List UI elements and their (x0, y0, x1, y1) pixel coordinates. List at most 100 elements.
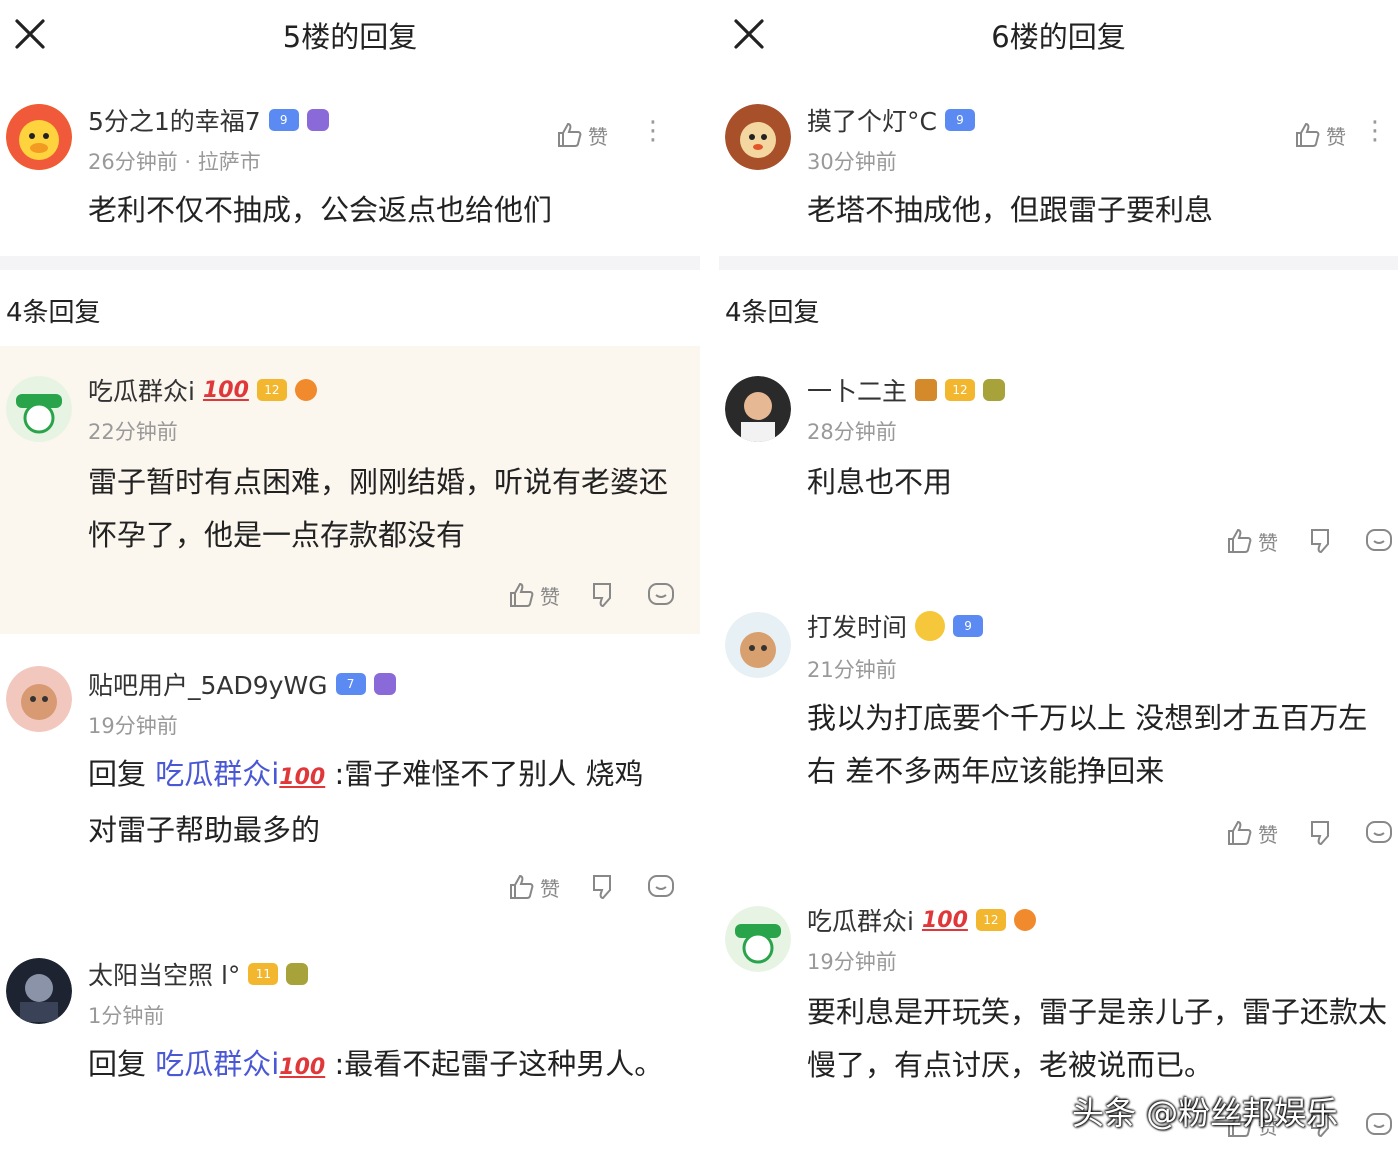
watermark: 头条 @粉丝邦娱乐 (1072, 1094, 1339, 1132)
thumbs-up-icon (510, 874, 534, 899)
username[interactable]: 一卜二主 (807, 372, 907, 408)
meta-dot: · (184, 150, 198, 174)
username[interactable]: 吃瓜群众i (88, 372, 195, 408)
post-meta: 26分钟前 · 拉萨市 (88, 146, 261, 176)
more-options-icon[interactable]: ⋮ (640, 116, 666, 146)
comment-time: 21分钟前 (807, 658, 897, 682)
level-badge: 11 (248, 963, 279, 985)
comment-actions: 赞 (506, 580, 676, 610)
dislike-icon[interactable] (1306, 818, 1336, 848)
level-badge: 12 (975, 909, 1006, 931)
comment-actions: 赞 (1224, 818, 1394, 848)
member-badge-icon (983, 379, 1006, 401)
avatar[interactable] (725, 612, 791, 678)
thumbs-up-icon (1228, 820, 1252, 845)
floor-post: 5分之1的幸福7 9 26分钟前 · 拉萨市 老利不仅不抽成，公会返点也给他们 … (0, 76, 700, 256)
level-badge: 12 (256, 379, 287, 401)
like-button[interactable]: 赞 (506, 580, 560, 610)
left-reply-panel: 5楼的回复 5分之1的幸福7 9 26分钟前 · 拉萨市 老利不仅不抽成，公会返… (0, 0, 700, 1160)
floor-post: 摸了个灯°C 9 30分钟前 老塔不抽成他，但跟雷子要利息 赞 ⋮ (719, 76, 1398, 256)
comment-time: 19分钟前 (807, 950, 897, 974)
username-row: 吃瓜群众i 100 12 (88, 372, 317, 408)
page-title: 6楼的回复 (991, 20, 1126, 54)
list-item: 打发时间 9 21分钟前 我以为打底要个千万以上 没想到才五百万左右 差不多两年… (719, 584, 1398, 876)
thumbs-up-icon (510, 582, 534, 607)
username-row: 一卜二主 12 (807, 372, 1006, 408)
reply-bubble-icon[interactable] (646, 872, 676, 902)
username[interactable]: 摸了个灯°C (807, 102, 937, 138)
username-row: 吃瓜群众i 100 12 (807, 902, 1036, 938)
hundred-badge: 100 (202, 377, 249, 403)
page-title: 5楼的回复 (282, 20, 418, 54)
username-row: 摸了个灯°C 9 (807, 102, 975, 138)
like-button[interactable]: 赞 (554, 120, 608, 150)
mention-link[interactable]: 吃瓜群众i (155, 1047, 279, 1081)
post-text: 老塔不抽成他，但跟雷子要利息 (807, 193, 1214, 227)
post-time: 26分钟前 (88, 150, 178, 174)
beer-icon (915, 379, 938, 401)
panel-divider (700, 0, 719, 1160)
member-badge-icon (373, 673, 396, 695)
member-badge-icon (306, 109, 329, 131)
section-separator (0, 256, 700, 270)
top-bar: 5楼的回复 (0, 0, 700, 74)
thumbs-up-icon (1228, 528, 1252, 553)
hundred-badge: 100 (279, 765, 326, 790)
mention-link[interactable]: 吃瓜群众i (155, 757, 279, 791)
section-separator (719, 256, 1398, 270)
reply-count: 4条回复 (6, 298, 101, 328)
reply-bubble-icon[interactable] (646, 580, 676, 610)
level-badge: 9 (953, 615, 984, 637)
avatar[interactable] (725, 104, 791, 170)
comment-time: 1分钟前 (88, 1004, 165, 1028)
dislike-icon[interactable] (588, 580, 618, 610)
username-row: 太阳当空照 l° 11 (88, 956, 309, 992)
like-label: 赞 (1258, 822, 1278, 847)
more-options-icon[interactable]: ⋮ (1362, 116, 1388, 146)
like-label: 赞 (1258, 530, 1278, 555)
reply-text: :最看不起雷子这种男人。 (334, 1047, 664, 1081)
username[interactable]: 贴吧用户_5AD9yWG (88, 666, 328, 702)
like-label: 赞 (1326, 124, 1346, 149)
dislike-icon[interactable] (1306, 526, 1336, 556)
avatar[interactable] (6, 958, 72, 1024)
list-item: 吃瓜群众i 100 12 22分钟前 雷子暂时有点困难，刚刚结婚，听说有老婆还怀… (0, 346, 700, 634)
comment-time: 28分钟前 (807, 420, 897, 444)
like-button[interactable]: 赞 (506, 872, 560, 902)
username[interactable]: 吃瓜群众i (807, 902, 914, 938)
reply-bubble-icon[interactable] (1364, 526, 1394, 556)
reply-count: 4条回复 (725, 298, 820, 328)
comment-text: 回复 吃瓜群众i100 :雷子难怪不了别人 烧鸡对雷子帮助最多的 (88, 748, 672, 857)
avatar[interactable] (6, 376, 72, 442)
comment-actions: 赞 (1224, 526, 1394, 556)
username[interactable]: 太阳当空照 l° (88, 956, 240, 992)
reply-prefix: 回复 (88, 1047, 147, 1081)
comment-text: 雷子暂时有点困难，刚刚结婚，听说有老婆还怀孕了，他是一点存款都没有 (88, 465, 669, 552)
avatar[interactable] (6, 666, 72, 732)
list-item: 太阳当空照 l° 11 1分钟前 回复 吃瓜群众i100 :最看不起雷子这种男人… (0, 932, 700, 1160)
member-badge-icon (286, 963, 309, 985)
comment-time: 22分钟前 (88, 420, 178, 444)
like-button[interactable]: 赞 (1224, 818, 1278, 848)
level-badge: 9 (268, 109, 299, 131)
like-label: 赞 (540, 584, 560, 609)
like-label: 赞 (540, 876, 560, 901)
like-button[interactable]: 赞 (1292, 120, 1346, 150)
like-label: 赞 (588, 124, 608, 149)
comment-time: 19分钟前 (88, 714, 178, 738)
game-controller-icon (1013, 909, 1036, 931)
reply-bubble-icon[interactable] (1364, 1110, 1394, 1140)
avatar[interactable] (6, 104, 72, 170)
avatar[interactable] (725, 376, 791, 442)
dislike-icon[interactable] (588, 872, 618, 902)
username[interactable]: 打发时间 (807, 608, 907, 644)
comment-text: 我以为打底要个千万以上 没想到才五百万左右 差不多两年应该能挣回来 (807, 701, 1368, 788)
reply-bubble-icon[interactable] (1364, 818, 1394, 848)
like-button[interactable]: 赞 (1224, 526, 1278, 556)
top-bar: 6楼的回复 (719, 0, 1398, 74)
avatar[interactable] (725, 906, 791, 972)
username[interactable]: 5分之1的幸福7 (88, 102, 261, 138)
thumbs-up-icon (558, 122, 582, 147)
list-item: 一卜二主 12 28分钟前 利息也不用 赞 (719, 346, 1398, 578)
username-row: 5分之1的幸福7 9 (88, 102, 329, 138)
